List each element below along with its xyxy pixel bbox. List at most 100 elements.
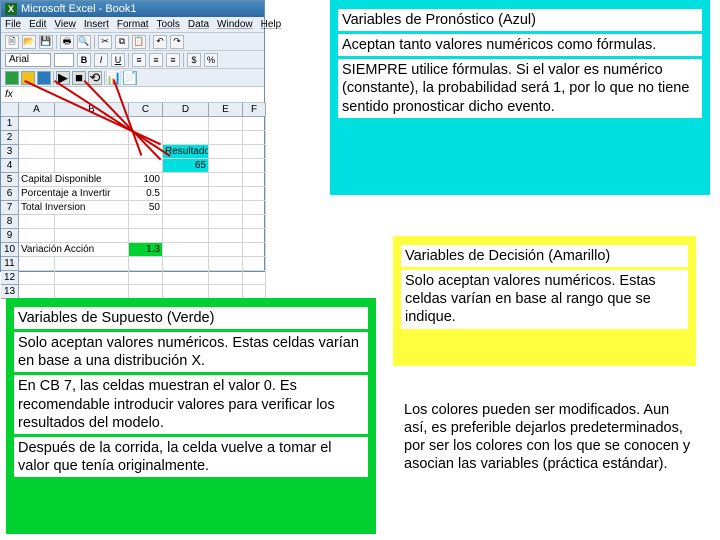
copy-icon[interactable]: ⧉ [115,35,129,49]
cell[interactable] [243,201,266,215]
bold-icon[interactable]: B [77,53,91,67]
cell[interactable] [243,243,266,257]
cell[interactable] [129,215,163,229]
cell[interactable] [19,285,55,299]
underline-icon[interactable]: U [111,53,125,67]
cell[interactable] [243,229,266,243]
save-icon[interactable]: 💾 [39,35,53,49]
cell[interactable]: 100 [129,173,163,187]
cb-assumption-icon[interactable] [5,71,19,85]
cell[interactable] [129,257,163,271]
row-header[interactable]: 9 [1,229,19,243]
cell[interactable] [129,271,163,285]
cell[interactable]: Resultado [163,145,209,159]
row-header[interactable]: 2 [1,131,19,145]
cell[interactable] [19,117,55,131]
cb-report-icon[interactable]: 📄 [123,71,137,85]
row-header[interactable]: 3 [1,145,19,159]
cell[interactable] [129,229,163,243]
col-header[interactable]: E [209,103,243,117]
cell[interactable]: 65 [163,159,209,173]
align-left-icon[interactable]: ≡ [132,53,146,67]
cell[interactable] [163,243,209,257]
menu-window[interactable]: Window [217,19,253,30]
excel-menubar[interactable]: File Edit View Insert Format Tools Data … [1,17,264,33]
new-icon[interactable]: 🗎 [5,35,19,49]
row-header[interactable]: 11 [1,257,19,271]
cell[interactable] [55,215,129,229]
col-header[interactable]: C [129,103,163,117]
cb-reset-icon[interactable]: ⟲ [88,71,102,85]
cell[interactable] [243,145,266,159]
row-header[interactable]: 12 [1,271,19,285]
cut-icon[interactable]: ✂ [98,35,112,49]
cell[interactable] [19,131,55,145]
cell[interactable] [243,285,266,299]
cell[interactable] [163,271,209,285]
cell[interactable] [209,229,243,243]
print-icon[interactable]: 🖶 [60,35,74,49]
currency-icon[interactable]: $ [187,53,201,67]
cell[interactable] [55,145,129,159]
cell[interactable] [129,159,163,173]
align-center-icon[interactable]: ≡ [149,53,163,67]
cb-forecast-icon[interactable] [37,71,51,85]
cell[interactable]: 50 [129,201,163,215]
cell[interactable] [55,257,129,271]
cell[interactable] [209,131,243,145]
undo-icon[interactable]: ↶ [153,35,167,49]
col-header[interactable]: F [243,103,266,117]
col-header[interactable]: D [163,103,209,117]
menu-file[interactable]: File [5,19,21,30]
cell[interactable] [243,215,266,229]
cell[interactable] [163,215,209,229]
menu-insert[interactable]: Insert [84,19,109,30]
cell[interactable] [243,131,266,145]
cell[interactable] [163,201,209,215]
paste-icon[interactable]: 📋 [132,35,146,49]
cell[interactable] [209,145,243,159]
cell[interactable] [19,215,55,229]
font-size[interactable] [54,53,74,67]
standard-toolbar[interactable]: 🗎 📂 💾 🖶 🔍 ✂ ⧉ 📋 ↶ ↷ [1,33,264,51]
cell[interactable]: 0.5 [129,187,163,201]
open-icon[interactable]: 📂 [22,35,36,49]
italic-icon[interactable]: I [94,53,108,67]
row-header[interactable]: 13 [1,285,19,299]
menu-data[interactable]: Data [188,19,209,30]
row-header[interactable]: 6 [1,187,19,201]
cell[interactable] [243,187,266,201]
cell[interactable] [129,117,163,131]
cell[interactable] [55,159,129,173]
row-header[interactable]: 8 [1,215,19,229]
menu-edit[interactable]: Edit [29,19,46,30]
cell[interactable] [163,117,209,131]
cell[interactable] [163,131,209,145]
cell[interactable]: Variación Acción [19,243,129,257]
cell[interactable] [209,173,243,187]
cell[interactable] [163,187,209,201]
align-right-icon[interactable]: ≡ [166,53,180,67]
redo-icon[interactable]: ↷ [170,35,184,49]
percent-icon[interactable]: % [204,53,218,67]
cell[interactable] [163,173,209,187]
cell[interactable]: Porcentaje a Invertir [19,187,129,201]
font-name[interactable]: Arial [5,53,51,67]
cell[interactable] [209,271,243,285]
cell[interactable] [55,285,129,299]
cell[interactable] [243,173,266,187]
menu-help[interactable]: Help [261,19,282,30]
cell[interactable] [209,257,243,271]
cell[interactable] [19,271,55,285]
col-header[interactable]: A [19,103,55,117]
preview-icon[interactable]: 🔍 [77,35,91,49]
format-toolbar[interactable]: Arial B I U ≡ ≡ ≡ $ % [1,51,264,69]
row-header[interactable]: 10 [1,243,19,257]
row-header[interactable]: 4 [1,159,19,173]
cell[interactable] [19,257,55,271]
cell[interactable] [209,201,243,215]
cell[interactable]: 1.3 [129,243,163,257]
cell[interactable] [243,159,266,173]
cell[interactable] [209,159,243,173]
cell[interactable] [209,187,243,201]
